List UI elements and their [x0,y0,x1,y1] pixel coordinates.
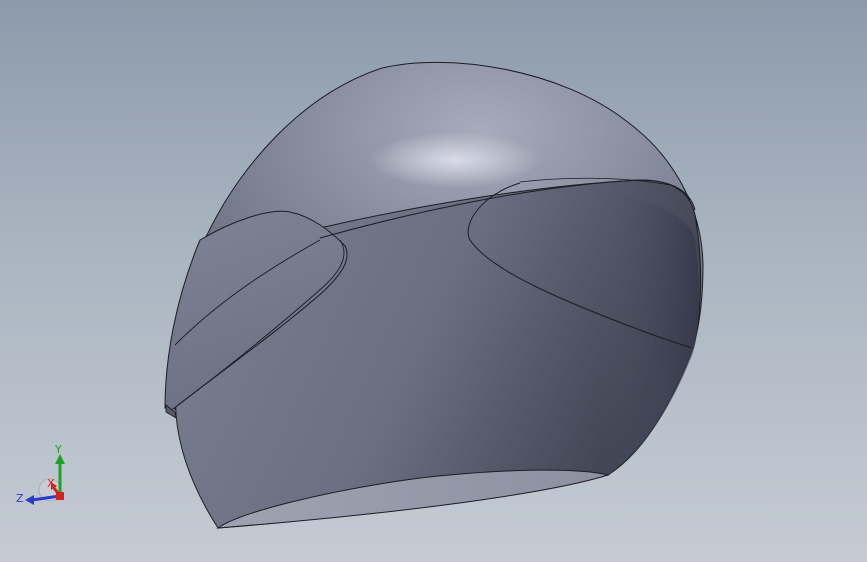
helmet-right-shadow [600,190,700,475]
triad-x-label: X [47,477,55,490]
graphics-viewport[interactable]: Y Z X [0,0,867,562]
triad-z-label: Z [16,492,24,505]
triad-z-arrowhead [25,495,34,505]
dome-highlight [370,132,540,188]
helmet-model[interactable] [0,0,867,562]
triad-origin [56,492,64,500]
orientation-triad[interactable]: Y Z X [10,438,76,510]
triad-y-label: Y [54,443,62,456]
